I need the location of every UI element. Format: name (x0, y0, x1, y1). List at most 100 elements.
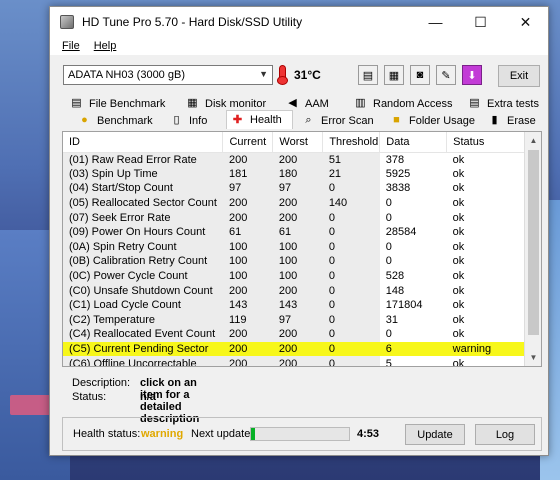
tab-error-scan[interactable]: ⌕ Error Scan (302, 112, 373, 129)
table-row[interactable]: (C4) Reallocated Event Count 200 200 0 0 ok (63, 327, 525, 342)
worst-cell: 100 (272, 254, 323, 269)
toolbar: ADATA NH03 (3000 gB) ▼ 31°C ▤ ▦ ◙ ✎ ⬇ Ex… (50, 57, 548, 91)
current-cell: 119 (222, 312, 273, 328)
status-cell: warning (446, 341, 525, 357)
table-row[interactable]: (09) Power On Hours Count 61 61 0 28584 ok (63, 224, 525, 240)
current-cell: 200 (222, 210, 273, 225)
worst-cell: 97 (272, 181, 323, 196)
worst-cell: 100 (272, 268, 323, 284)
lightbulb-icon: ● (81, 114, 88, 126)
options-wrench-icon[interactable]: ✎ (436, 65, 456, 85)
tab-random-access[interactable]: ▥ Random Access (354, 95, 452, 112)
table-row[interactable]: (C0) Unsafe Shutdown Count 200 200 0 148 ok (63, 283, 525, 298)
tab-extra-tests[interactable]: ▤ Extra tests (468, 95, 539, 112)
table-row[interactable]: (03) Spin Up Time 181 180 21 5925 ok (63, 166, 525, 182)
column-header-current[interactable]: Current (222, 132, 274, 153)
table-row[interactable]: (07) Seek Error Rate 200 200 0 0 ok (63, 210, 525, 225)
threshold-cell: 0 (322, 356, 380, 366)
status-value: n/a (140, 391, 156, 403)
tab-folder-usage[interactable]: ■ Folder Usage (390, 112, 475, 129)
data-cell: 28584 (385, 226, 417, 239)
chevron-down-icon: ▼ (259, 69, 268, 79)
table-header-row: ID Current Worst Threshold Data Status (63, 132, 525, 153)
tab-benchmark[interactable]: ● Benchmark (78, 112, 152, 129)
current-cell: 200 (222, 341, 273, 357)
table-row[interactable]: (C2) Temperature 119 97 0 31 ok (63, 312, 525, 328)
threshold-cell: 0 (322, 297, 380, 313)
data-cell: 6 (379, 341, 447, 357)
close-button[interactable]: ✕ (503, 7, 548, 37)
tab-info[interactable]: ▯ Info (170, 112, 207, 129)
threshold-cell: 21 (322, 166, 380, 182)
table-row[interactable]: (0B) Calibration Retry Count 100 100 0 0 ok (63, 254, 525, 269)
scroll-down-arrow-icon[interactable]: ▼ (525, 349, 541, 366)
data-cell: 0 (385, 328, 392, 341)
table-row[interactable]: (C5) Current Pending Sector 200 200 0 6 warni… (63, 341, 525, 357)
threshold-cell: 0 (322, 341, 380, 357)
health-status-value: warning (141, 428, 184, 440)
temperature-value: 31°C (294, 68, 321, 82)
tab-health[interactable]: ✚ Health (226, 110, 293, 129)
column-header-data[interactable]: Data (379, 132, 448, 153)
menu-help[interactable]: Help (94, 40, 117, 52)
column-header-threshold[interactable]: Threshold (322, 132, 381, 153)
speaker-icon: ◀ (288, 97, 297, 109)
current-cell: 200 (222, 283, 273, 298)
info-icon: ▯ (173, 114, 180, 126)
worst-cell: 200 (272, 341, 323, 357)
current-cell: 61 (222, 224, 273, 240)
data-cell: 31 (385, 313, 399, 326)
worst-cell: 61 (272, 224, 323, 240)
current-cell: 200 (222, 356, 273, 366)
log-button[interactable]: Log (475, 424, 535, 445)
attribute-id-cell: (C2) Temperature (63, 312, 223, 328)
attribute-id-cell: (0C) Power Cycle Count (63, 268, 223, 284)
maximize-button[interactable]: ☐ (458, 7, 503, 37)
table-row[interactable]: (04) Start/Stop Count 97 97 0 3838 ok (63, 181, 525, 196)
table-row[interactable]: (C1) Load Cycle Count 143 143 0 171804 ok (63, 297, 525, 313)
data-cell: 0 (385, 240, 392, 253)
table-row[interactable]: (05) Reallocated Sector Count 200 200 140 0 o… (63, 195, 525, 211)
status-label: Status: (72, 391, 107, 403)
threshold-cell: 0 (322, 210, 380, 225)
status-cell: ok (452, 167, 465, 180)
current-cell: 200 (222, 152, 273, 167)
table-row[interactable]: (C6) Offline Uncorrectable 200 200 0 5 ok (63, 356, 525, 366)
exit-button[interactable]: Exit (498, 65, 540, 87)
download-arrow-icon[interactable]: ⬇ (462, 65, 482, 85)
update-button[interactable]: Update (405, 424, 465, 445)
data-cell: 0 (385, 255, 392, 268)
current-cell: 100 (222, 239, 273, 255)
drive-select[interactable]: ADATA NH03 (3000 gB) ▼ (63, 65, 273, 85)
tab-erase[interactable]: ▮ Erase (488, 112, 535, 129)
worst-cell: 200 (272, 195, 323, 211)
copy-text-icon[interactable]: ▤ (358, 65, 378, 85)
table-row[interactable]: (01) Raw Read Error Rate 200 200 51 378 ok (63, 152, 525, 167)
scrollbar-thumb[interactable] (528, 150, 539, 335)
screenshot-camera-icon[interactable]: ◙ (410, 65, 430, 85)
smart-table-panel: ID Current Worst Threshold Data Status (… (62, 131, 542, 367)
column-header-worst[interactable]: Worst (272, 132, 324, 153)
scroll-up-arrow-icon[interactable]: ▲ (525, 132, 541, 149)
status-cell: ok (452, 240, 465, 253)
table-row[interactable]: (0C) Power Cycle Count 100 100 0 528 ok (63, 268, 525, 284)
column-header-id[interactable]: ID (63, 132, 224, 153)
minimize-button[interactable]: — (413, 7, 458, 37)
menu-file[interactable]: File (62, 40, 80, 52)
health-status-box: Health status: warning Next update: 4:53… (62, 417, 542, 451)
worst-cell: 180 (272, 166, 323, 182)
copy-options-icon[interactable]: ▦ (384, 65, 404, 85)
tab-file-benchmark[interactable]: ▤ File Benchmark (70, 95, 165, 112)
threshold-cell: 0 (322, 268, 380, 284)
worst-cell: 200 (272, 327, 323, 342)
current-cell: 100 (222, 254, 273, 269)
next-update-progress (250, 427, 350, 441)
table-row[interactable]: (0A) Spin Retry Count 100 100 0 0 ok (63, 239, 525, 255)
table-scrollbar[interactable]: ▲ ▼ (524, 132, 541, 366)
current-cell: 100 (222, 268, 273, 284)
worst-cell: 200 (272, 210, 323, 225)
column-header-status[interactable]: Status (446, 132, 525, 153)
threshold-cell: 0 (322, 283, 380, 298)
attribute-id-cell: (07) Seek Error Rate (63, 210, 223, 225)
attribute-id-cell: (03) Spin Up Time (63, 166, 223, 182)
